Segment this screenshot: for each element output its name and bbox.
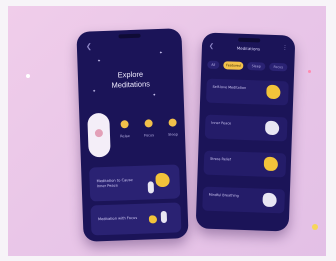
sparkle-decoration xyxy=(26,74,30,78)
meditation-card-title: Meditation to Cause Inner Peace xyxy=(96,178,133,189)
sun-icon xyxy=(120,120,129,129)
category-item-focus[interactable]: Focus xyxy=(139,119,158,154)
meditation-row[interactable]: Self-love Meditation xyxy=(206,78,289,106)
phone-meditations-list: ❮ Meditations ⋮ All Featured Sleep Focus… xyxy=(195,32,296,232)
meditating-figure-icon xyxy=(148,215,158,224)
meditating-figure-icon xyxy=(160,210,168,224)
page-title: Explore Meditations xyxy=(111,69,151,90)
filter-tabs: All Featured Sleep Focus xyxy=(207,60,291,74)
meditation-card[interactable]: Meditation to Cause Inner Peace xyxy=(89,164,181,202)
sparkle-decoration xyxy=(308,70,311,73)
mockup-background: ❮ ✦ ✦ ✦ ✦ Explore Meditations Relax Focu… xyxy=(8,6,326,256)
category-label: Relax xyxy=(120,134,130,139)
meditating-figure-icon xyxy=(263,156,279,172)
meditating-figure-icon xyxy=(147,181,155,194)
camera-notch xyxy=(237,37,260,43)
meditation-card-title: Meditation with Focus xyxy=(97,215,138,222)
meditating-figure-icon xyxy=(266,84,281,100)
menu-icon[interactable]: ⋮ xyxy=(282,44,288,51)
tab-sleep[interactable]: Sleep xyxy=(247,62,266,71)
category-label: Focus xyxy=(143,133,155,138)
phone-explore-meditations: ❮ ✦ ✦ ✦ ✦ Explore Meditations Relax Focu… xyxy=(76,28,189,242)
category-item-sleep[interactable]: Sleep xyxy=(163,118,182,153)
meditating-figure-icon xyxy=(262,192,277,208)
meditation-row-title: Mindful Breathing xyxy=(208,192,239,198)
sun-icon xyxy=(144,119,153,128)
meditating-figure-icon xyxy=(155,172,170,188)
meditation-row[interactable]: Mindful Breathing xyxy=(202,186,286,214)
category-item-active[interactable] xyxy=(87,112,111,158)
lotus-icon xyxy=(94,129,104,138)
meditation-row[interactable]: Stress Relief xyxy=(203,150,287,178)
camera-notch xyxy=(117,33,141,39)
meditation-row[interactable]: Inner Peace xyxy=(204,114,288,142)
meditation-row-title: Self-love Meditation xyxy=(212,84,247,90)
meditation-card[interactable]: Meditation with Focus xyxy=(90,202,182,236)
meditation-row-title: Inner Peace xyxy=(211,120,232,126)
category-item-relax[interactable]: Relax xyxy=(115,120,134,155)
tab-focus[interactable]: Focus xyxy=(269,62,288,72)
category-selector: Relax Focus Sleep xyxy=(85,108,186,161)
star-icon: ✦ xyxy=(152,92,157,98)
tab-featured[interactable]: Featured xyxy=(223,61,244,70)
meditation-row-title: Stress Relief xyxy=(209,156,232,162)
meditating-figure-icon xyxy=(264,120,280,136)
category-label: Sleep xyxy=(168,132,178,137)
star-icon: ✦ xyxy=(159,49,163,56)
tab-all[interactable]: All xyxy=(207,60,220,70)
sparkle-decoration xyxy=(312,224,318,230)
star-icon: ✦ xyxy=(97,58,101,64)
sun-icon xyxy=(168,118,177,127)
chevron-left-icon[interactable]: ❮ xyxy=(86,42,92,50)
